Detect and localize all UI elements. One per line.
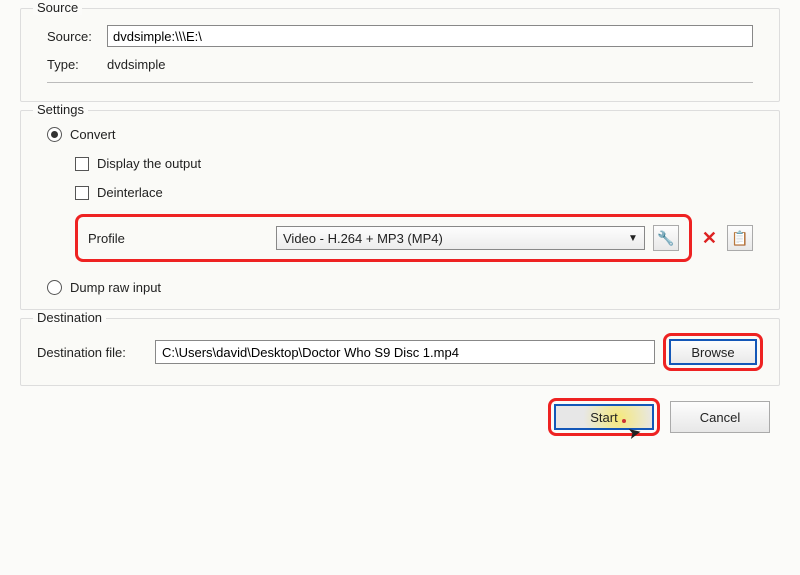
settings-group: Settings Convert Display the output Dein…	[20, 110, 780, 310]
chevron-down-icon: ▼	[628, 233, 638, 244]
list-icon: 📋	[731, 230, 748, 247]
radio-icon	[47, 280, 62, 295]
profile-highlight: Profile Video - H.264 + MP3 (MP4) ▼ 🔧	[75, 214, 692, 262]
destination-group: Destination Destination file: Browse	[20, 318, 780, 386]
convert-label: Convert	[70, 127, 116, 142]
convert-radio[interactable]: Convert	[47, 127, 753, 142]
deinterlace-checkbox[interactable]: Deinterlace	[75, 185, 753, 200]
dialog-footer: Start ➤ Cancel	[20, 398, 780, 436]
new-profile-button[interactable]: 📋	[727, 225, 753, 251]
deinterlace-label: Deinterlace	[97, 185, 163, 200]
type-value: dvdsimple	[107, 57, 753, 72]
dump-label: Dump raw input	[70, 280, 161, 295]
source-group: Source Source: Type: dvdsimple	[20, 8, 780, 102]
browse-highlight: Browse	[663, 333, 763, 371]
cancel-button[interactable]: Cancel	[670, 401, 770, 433]
profile-label: Profile	[88, 231, 268, 246]
source-label: Source:	[47, 29, 107, 44]
source-input[interactable]	[107, 25, 753, 47]
source-divider	[47, 82, 753, 83]
profile-dropdown[interactable]: Video - H.264 + MP3 (MP4) ▼	[276, 226, 645, 250]
radio-icon	[47, 127, 62, 142]
browse-label: Browse	[691, 345, 734, 360]
checkbox-icon	[75, 186, 89, 200]
cancel-label: Cancel	[700, 410, 740, 425]
checkbox-icon	[75, 157, 89, 171]
type-label: Type:	[47, 57, 107, 72]
start-highlight: Start ➤	[548, 398, 660, 436]
start-label: Start	[590, 410, 617, 425]
start-button[interactable]: Start	[554, 404, 654, 430]
profile-value: Video - H.264 + MP3 (MP4)	[283, 231, 443, 246]
wrench-icon: 🔧	[657, 230, 674, 247]
destination-file-input[interactable]	[155, 340, 655, 364]
delete-profile-button[interactable]: ✕	[698, 228, 721, 249]
click-dot-icon	[622, 419, 626, 423]
destination-file-label: Destination file:	[37, 345, 147, 360]
edit-profile-button[interactable]: 🔧	[653, 225, 679, 251]
settings-group-title: Settings	[33, 102, 88, 117]
source-group-title: Source	[33, 0, 82, 15]
browse-button[interactable]: Browse	[669, 339, 757, 365]
display-output-label: Display the output	[97, 156, 201, 171]
dump-raw-radio[interactable]: Dump raw input	[47, 280, 753, 295]
destination-group-title: Destination	[33, 310, 106, 325]
display-output-checkbox[interactable]: Display the output	[75, 156, 753, 171]
